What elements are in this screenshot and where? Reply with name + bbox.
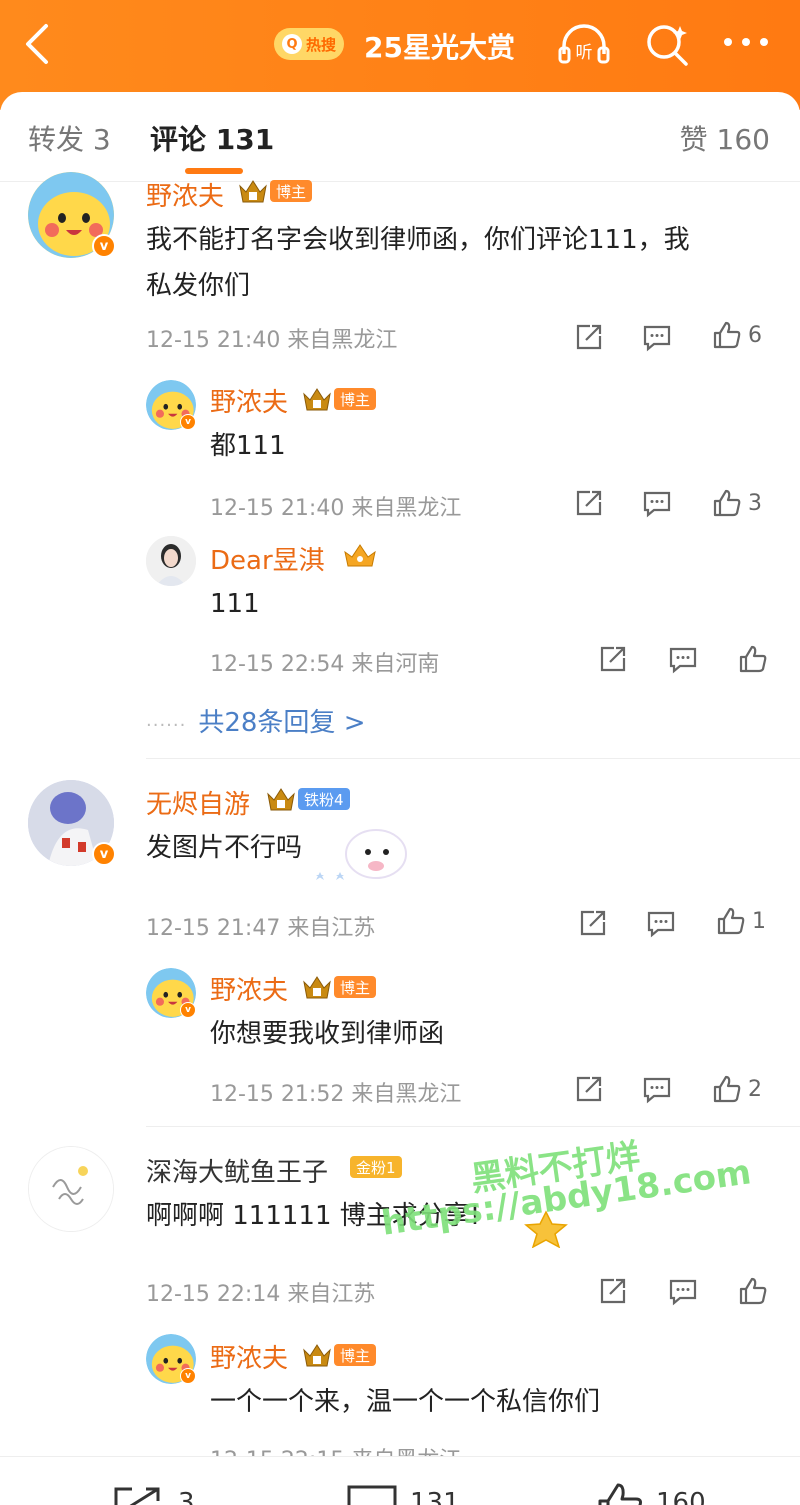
avatar[interactable] — [28, 1146, 114, 1232]
repost-button[interactable]: 3 — [110, 1483, 195, 1505]
comment-icon[interactable] — [642, 322, 672, 352]
crown-icon — [267, 788, 295, 811]
reply-meta: 12-15 22:15 来自黑龙江 — [210, 1442, 461, 1456]
reply-meta: 12-15 21:40 来自黑龙江 — [210, 496, 462, 521]
divider — [146, 758, 800, 759]
comment-icon[interactable] — [668, 1276, 698, 1306]
crown-icon — [303, 976, 331, 999]
thumbs-up-icon[interactable] — [738, 1276, 768, 1306]
comment-text-line2: 私发你们 — [146, 271, 251, 301]
active-tab-indicator — [185, 168, 243, 174]
comment-meta: 12-15 21:47 来自江苏 — [146, 916, 376, 941]
bottom-action-bar: 3 131 160 — [0, 1456, 800, 1505]
gold-crown-icon — [344, 544, 376, 567]
verified-badge-icon: v — [92, 842, 116, 866]
divider — [146, 1126, 800, 1127]
comment-icon[interactable] — [668, 644, 698, 674]
verified-badge-icon: v — [180, 1002, 196, 1018]
comment-meta: 12-15 21:40 来自黑龙江 — [146, 328, 398, 353]
view-all-replies-link[interactable]: ······ 共28条回复 > — [146, 702, 365, 739]
tab-likes[interactable]: 赞 160 — [680, 118, 770, 158]
share-icon[interactable] — [574, 1074, 604, 1104]
username[interactable]: 深海大鱿鱼王子 — [146, 1152, 328, 1189]
fan-level-tag: 铁粉4 — [298, 788, 350, 810]
hot-topic-title[interactable]: 25星光大赏 — [364, 26, 515, 66]
username[interactable]: 野浓夫 — [210, 382, 288, 419]
thumbs-up-icon — [713, 489, 741, 517]
handwriting-avatar-icon — [29, 1147, 113, 1231]
portrait-avatar-icon — [146, 536, 196, 586]
like-count: 6 — [748, 322, 762, 348]
comment-meta: 12-15 22:14 来自江苏 — [146, 1282, 376, 1307]
repost-count: 3 — [178, 1488, 195, 1505]
reply-text: 一个一个来，温一个一个私信你们 — [210, 1387, 601, 1417]
comment-icon[interactable] — [642, 1074, 672, 1104]
comment-text-line1: 我不能打名字会收到律师函，你们评论111，我 — [146, 225, 690, 255]
like-button[interactable]: 160 — [596, 1483, 706, 1505]
username[interactable]: Dear昱淇 — [210, 540, 325, 577]
blogger-tag: 博主 — [334, 976, 377, 998]
reply-text: 都111 — [210, 431, 286, 461]
thumbs-up-icon[interactable] — [738, 644, 768, 674]
share-icon[interactable] — [598, 1276, 628, 1306]
verified-badge-icon: v — [180, 414, 196, 430]
thumbs-up-icon — [598, 1483, 642, 1505]
like-action[interactable]: 2 — [712, 1074, 762, 1104]
share-icon[interactable] — [598, 644, 628, 674]
username[interactable]: 野浓夫 — [210, 1338, 288, 1375]
tab-comments[interactable]: 评论 131 — [150, 118, 274, 158]
repost-icon — [114, 1487, 160, 1505]
cloud-sticker-icon — [316, 829, 407, 880]
verified-badge-icon: v — [92, 234, 116, 258]
username[interactable]: 野浓夫 — [210, 970, 288, 1007]
share-icon[interactable] — [578, 908, 608, 938]
crown-icon — [303, 388, 331, 411]
like-count: 3 — [748, 490, 762, 516]
thumbs-up-icon — [713, 1075, 741, 1103]
hot-search-badge[interactable]: Q 热搜 — [274, 28, 345, 60]
like-count: 2 — [748, 1076, 762, 1102]
crown-icon — [239, 180, 267, 203]
comment-text: 发图片不行吗 — [146, 833, 303, 863]
search-icon[interactable] — [644, 22, 690, 68]
avatar[interactable] — [146, 536, 196, 586]
username[interactable]: 无烬自游 — [146, 784, 250, 821]
like-action[interactable]: 1 — [716, 906, 766, 936]
share-icon[interactable] — [574, 322, 604, 352]
username[interactable]: 野浓夫 — [146, 176, 224, 213]
like-action[interactable]: 3 — [712, 488, 762, 518]
more-options-icon[interactable] — [724, 38, 774, 48]
comment-icon — [347, 1485, 397, 1505]
blogger-tag: 博主 — [334, 1344, 377, 1366]
tab-repost[interactable]: 转发 3 — [28, 118, 111, 158]
verified-badge-icon: v — [180, 1368, 196, 1384]
listen-label: 听 — [576, 43, 593, 63]
reply-meta: 12-15 21:52 来自黑龙江 — [210, 1082, 462, 1107]
thumbs-up-icon — [713, 321, 741, 349]
thumbs-up-icon — [717, 907, 745, 935]
like-count: 160 — [656, 1488, 706, 1505]
hot-label: 热搜 — [306, 35, 337, 54]
crown-icon — [303, 1344, 331, 1367]
blogger-tag: 博主 — [270, 180, 313, 202]
back-icon[interactable] — [18, 20, 58, 68]
reply-text: 你想要我收到律师函 — [210, 1019, 445, 1049]
comment-icon[interactable] — [646, 908, 676, 938]
comment-icon[interactable] — [642, 488, 672, 518]
like-action[interactable]: 6 — [712, 320, 762, 350]
reply-meta: 12-15 22:54 来自河南 — [210, 652, 440, 677]
blogger-tag: 博主 — [334, 388, 377, 410]
reply-text: 111 — [210, 589, 260, 619]
like-count: 1 — [752, 908, 766, 934]
comment-button[interactable]: 131 — [346, 1483, 460, 1505]
fan-level-tag: 金粉1 — [350, 1156, 402, 1178]
search-mini-icon: Q — [282, 34, 302, 54]
comment-count: 131 — [410, 1488, 460, 1505]
headphones-listen-icon[interactable]: 听 — [556, 20, 612, 68]
tab-bar: 转发 3 评论 131 赞 160 — [0, 92, 800, 182]
share-icon[interactable] — [574, 488, 604, 518]
